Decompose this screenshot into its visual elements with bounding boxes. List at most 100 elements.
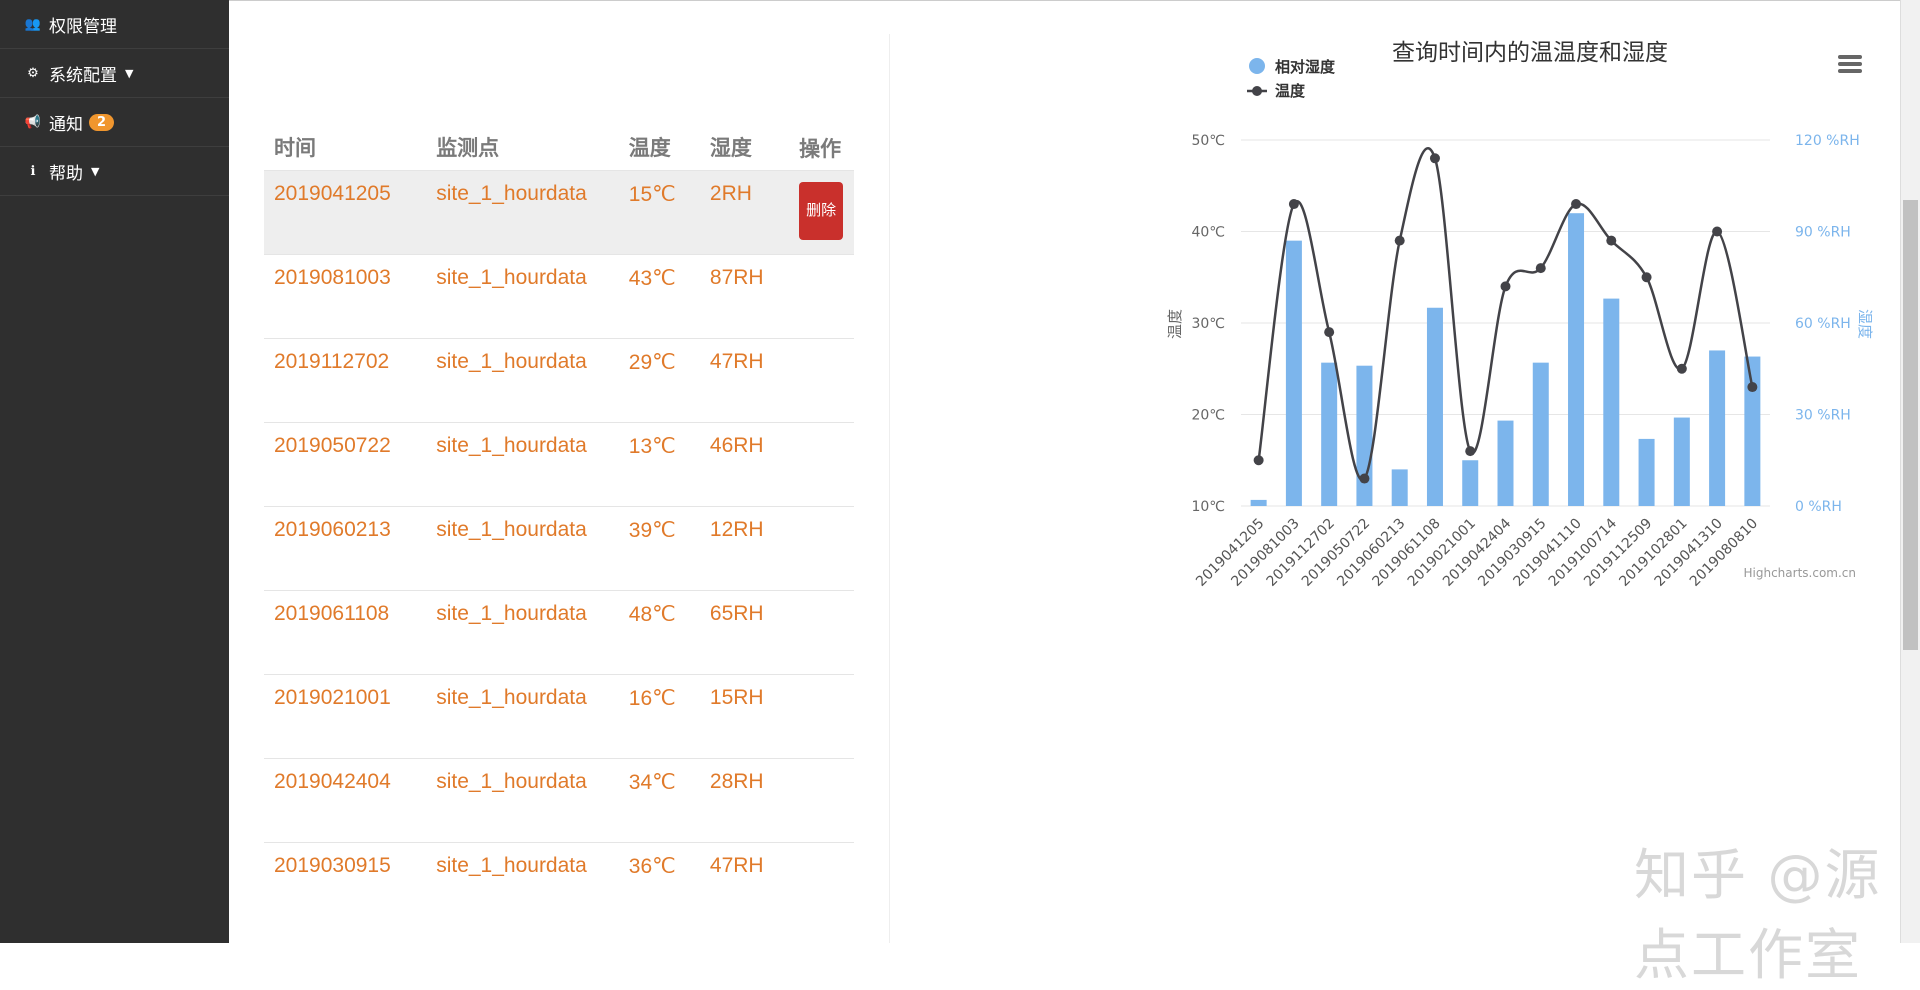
table-row[interactable]: 2019041205 site_1_hourdata 15℃ 2RH 删除 [264, 169, 854, 254]
watermark: 知乎 @源点工作室 [1634, 843, 1882, 987]
point-temperature [1359, 473, 1370, 484]
y-right-tick-label: 0 %RH [1795, 499, 1842, 515]
bar-humidity [1497, 420, 1514, 506]
point-temperature [1641, 272, 1652, 283]
cell-site: site_1_hourdata [426, 505, 619, 590]
bar-humidity [1285, 240, 1302, 506]
data-table-panel: 时间 监测点 温度 湿度 操作 2019041205 site_1_hourdata 15℃… [264, 76, 854, 926]
info-icon: ℹ [30, 163, 36, 179]
point-temperature [1394, 235, 1405, 246]
bar-humidity [1250, 499, 1267, 506]
point-temperature [1571, 199, 1582, 210]
cell-time: 2019112702 [264, 337, 427, 422]
cell-temp: 34℃ [618, 757, 700, 842]
cell-actions [789, 841, 854, 926]
cell-temp: 29℃ [618, 337, 700, 422]
bar-humidity [1356, 365, 1373, 506]
vertical-scrollbar[interactable] [1900, 0, 1920, 943]
point-temperature [1253, 455, 1264, 466]
cell-temp: 13℃ [618, 421, 700, 506]
cell-site: site_1_hourdata [426, 421, 619, 506]
cell-actions [789, 673, 854, 758]
sidebar: 👥 权限管理 ⚙ 系统配置 ▼ 📢 通知 2 ℹ 帮助 ▼ [0, 0, 229, 943]
chart-title: 查询时间内的温温度和湿度 [1392, 40, 1668, 66]
scrollbar-thumb[interactable] [1903, 200, 1918, 650]
cell-site: site_1_hourdata [426, 589, 619, 674]
cell-time: 2019021001 [264, 673, 427, 758]
point-temperature [1712, 226, 1723, 237]
sidebar-item-0[interactable]: 👥 权限管理 [0, 0, 229, 49]
top-divider [229, 0, 1900, 1]
point-temperature [1465, 446, 1476, 457]
legend-humidity-label: 相对湿度 [1275, 58, 1336, 76]
cell-site: site_1_hourdata [426, 757, 619, 842]
point-temperature [1747, 382, 1758, 393]
bar-humidity [1462, 460, 1479, 506]
point-temperature [1535, 263, 1546, 274]
cell-time: 2019041205 [264, 169, 427, 254]
y-left-tick-label: 20℃ [1191, 408, 1225, 424]
sidebar-item-3[interactable]: ℹ 帮助 ▼ [0, 147, 229, 196]
sidebar-item-label: 系统配置 [49, 65, 117, 86]
main-content: 时间 监测点 温度 湿度 操作 2019041205 site_1_hourdata 15℃… [229, 0, 1900, 987]
bar-humidity [1673, 417, 1690, 506]
table-row[interactable]: 2019081003 site_1_hourdata 43℃ 87RH [264, 253, 854, 338]
point-temperature [1429, 153, 1440, 164]
combo-chart: 10℃ 20℃ 30℃ 40℃ 50℃ 0 %RH 30 %RH 60 %RH 90 %RH 12… [1166, 40, 1874, 590]
cell-actions [789, 253, 854, 338]
cell-site: site_1_hourdata [426, 253, 619, 338]
y-left-tick-label: 10℃ [1191, 499, 1225, 515]
cell-actions: 删除 [789, 169, 854, 254]
bar-humidity [1568, 213, 1585, 506]
table-row[interactable]: 2019060213 site_1_hourdata 39℃ 12RH [264, 505, 854, 590]
cell-time: 2019030915 [264, 841, 427, 926]
column-header: 监测点 [436, 136, 500, 160]
chart-container: 10℃ 20℃ 30℃ 40℃ 50℃ 0 %RH 30 %RH 60 %RH 90 %RH 12… [889, 34, 1890, 943]
cell-temp: 39℃ [618, 505, 700, 590]
bar-humidity [1391, 469, 1408, 506]
cell-time: 2019050722 [264, 421, 427, 506]
caret-down-icon: ▼ [125, 66, 134, 80]
sidebar-item-1[interactable]: ⚙ 系统配置 ▼ [0, 49, 229, 98]
table-row[interactable]: 2019050722 site_1_hourdata 13℃ 46RH [264, 421, 854, 506]
cell-temp: 16℃ [618, 673, 700, 758]
point-temperature [1676, 363, 1687, 374]
cell-temp: 36℃ [618, 841, 700, 926]
y-right-tick-label: 90 %RH [1795, 225, 1851, 241]
column-header: 湿度 [709, 136, 752, 160]
column-header: 温度 [628, 136, 671, 160]
column-header: 时间 [274, 136, 316, 160]
cell-temp: 43℃ [618, 253, 700, 338]
table-row[interactable]: 2019021001 site_1_hourdata 16℃ 15RH [264, 673, 854, 758]
cell-humidity: 47RH [699, 841, 790, 926]
cell-temp: 48℃ [618, 589, 700, 674]
cell-humidity: 65RH [699, 589, 790, 674]
legend-humidity-marker [1249, 58, 1265, 74]
sidebar-item-label: 权限管理 [49, 16, 117, 37]
point-temperature [1606, 235, 1617, 246]
table-row[interactable]: 2019042404 site_1_hourdata 34℃ 28RH [264, 757, 854, 842]
cell-humidity: 28RH [699, 757, 790, 842]
delete-button[interactable]: 删除 [799, 181, 844, 240]
cell-temp: 15℃ [618, 169, 700, 254]
cell-time: 2019081003 [264, 253, 427, 338]
chart-menu-icon[interactable] [1838, 55, 1862, 73]
cell-site: site_1_hourdata [426, 337, 619, 422]
sidebar-item-label: 通知 [49, 114, 83, 135]
bar-humidity [1638, 438, 1655, 506]
cell-humidity: 47RH [699, 337, 790, 422]
table-body: 2019041205 site_1_hourdata 15℃ 2RH 删除 2019081… [264, 169, 854, 926]
point-temperature [1500, 281, 1511, 292]
y-left-tick-label: 40℃ [1191, 225, 1225, 241]
sidebar-item-2[interactable]: 📢 通知 2 [0, 98, 229, 147]
table-row[interactable]: 2019061108 site_1_hourdata 48℃ 65RH [264, 589, 854, 674]
bar-humidity [1744, 356, 1761, 506]
cell-humidity: 15RH [699, 673, 790, 758]
table-row[interactable]: 2019112702 site_1_hourdata 29℃ 47RH [264, 337, 854, 422]
y-right-tick-label: 120 %RH [1795, 133, 1860, 149]
cell-actions [789, 757, 854, 842]
bar-humidity [1321, 362, 1338, 506]
table-row[interactable]: 2019030915 site_1_hourdata 36℃ 47RH [264, 841, 854, 926]
cell-time: 2019061108 [264, 589, 427, 674]
cell-humidity: 87RH [699, 253, 790, 338]
